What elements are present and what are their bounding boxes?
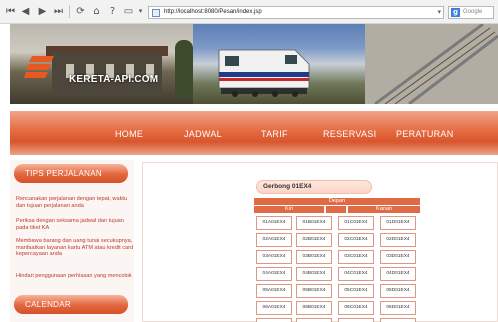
seat-button[interactable]: 03D01EX4 xyxy=(380,250,416,264)
nav-reservasi[interactable]: RESERVASI xyxy=(323,129,376,139)
calendar-heading: CALENDAR xyxy=(14,295,128,314)
seat-button[interactable]: 06C01EX4 xyxy=(338,301,374,315)
nav-tarif[interactable]: TARIF xyxy=(261,129,288,139)
aisle-header xyxy=(326,206,346,213)
seat-button[interactable]: 01A01EX4 xyxy=(256,216,292,230)
seat-button[interactable]: 02C01EX4 xyxy=(338,233,374,247)
seat-button[interactable]: 04C01EX4 xyxy=(338,267,374,281)
seat-button[interactable]: 05C01EX4 xyxy=(338,284,374,298)
browser-toolbar: ⏮ ◀ ▶ ⏭ ⟳ ⌂ ? ▭ ▾ http://localhost:8080/… xyxy=(0,0,498,24)
depan-header: Depan xyxy=(254,198,420,205)
tips-heading: TIPS PERJALANAN xyxy=(14,164,128,183)
url-dropdown-icon[interactable]: ▾ xyxy=(437,8,441,16)
seat-button[interactable]: 04B01EX4 xyxy=(296,267,332,281)
site-logo-text[interactable]: KERETA-API.COM xyxy=(69,74,158,85)
nav-peraturan[interactable]: PERATURAN xyxy=(396,129,454,139)
tip-item: Rencanakan perjalanan dengan tepat, wakt… xyxy=(16,196,128,209)
seat-button[interactable]: 07D01EX4 xyxy=(380,318,416,322)
seat-button[interactable]: 05A01EX4 xyxy=(256,284,292,298)
last-icon[interactable]: ⏭ xyxy=(52,5,65,18)
railway-tracks-shape xyxy=(365,24,498,104)
toolbar-divider xyxy=(69,5,70,18)
header-banner: KERETA-API.COM xyxy=(10,24,498,104)
tree-shape xyxy=(175,40,193,98)
seat-button[interactable]: 04D01EX4 xyxy=(380,267,416,281)
kereta-logo-icon xyxy=(24,56,54,78)
dropdown-icon[interactable]: ▾ xyxy=(134,5,147,18)
nav-jadwal[interactable]: JADWAL xyxy=(184,129,222,139)
back-icon[interactable]: ◀ xyxy=(19,5,32,18)
main-nav: HOME JADWAL TARIF RESERVASI PERATURAN xyxy=(10,111,498,155)
forward-icon[interactable]: ▶ xyxy=(36,5,49,18)
sidebar: TIPS PERJALANAN Rencanakan perjalanan de… xyxy=(10,160,134,322)
seat-button[interactable]: 05D01EX4 xyxy=(380,284,416,298)
google-icon: g xyxy=(451,8,460,17)
tip-item: Membawa barang dan uang tunai secukupnya… xyxy=(16,238,134,258)
seat-button[interactable]: 06A01EX4 xyxy=(256,301,292,315)
tip-item: Periksa dengan seksama jadwal dan tujuan… xyxy=(16,218,124,231)
home-icon[interactable]: ⌂ xyxy=(90,5,103,18)
page-favicon-icon xyxy=(152,9,160,17)
seat-button[interactable]: 02A01EX4 xyxy=(256,233,292,247)
seat-button[interactable]: 01B01EX4 xyxy=(296,216,332,230)
seat-button[interactable]: 03B01EX4 xyxy=(296,250,332,264)
help-icon[interactable]: ? xyxy=(106,5,119,18)
first-icon[interactable]: ⏮ xyxy=(4,5,17,18)
nav-home[interactable]: HOME xyxy=(115,129,143,139)
tip-item: Hindari penggunaan perhiasan yang mencol… xyxy=(16,273,132,279)
seat-button[interactable]: 02B01EX4 xyxy=(296,233,332,247)
kanan-header: Kanan xyxy=(348,206,420,213)
seat-button[interactable]: 02D01EX4 xyxy=(380,233,416,247)
gerbong-title: Gerbong 01EX4 xyxy=(256,180,372,194)
seat-button[interactable]: 03A01EX4 xyxy=(256,250,292,264)
search-bar[interactable]: g Google xyxy=(448,6,494,19)
seat-button[interactable]: 01D01EX4 xyxy=(380,216,416,230)
seat-button[interactable]: 06B01EX4 xyxy=(296,301,332,315)
search-placeholder: Google xyxy=(463,9,483,15)
seat-button[interactable]: 04A01EX4 xyxy=(256,267,292,281)
seat-button[interactable]: 07A01EX4 xyxy=(256,318,292,322)
locomotive-shape xyxy=(218,49,310,97)
seat-button[interactable]: 06D01EX4 xyxy=(380,301,416,315)
url-bar[interactable]: http://localhost:8080/Pesan/index.jsp ▾ xyxy=(148,6,444,19)
seat-button[interactable]: 07C01EX4 xyxy=(338,318,374,322)
reload-icon[interactable]: ⟳ xyxy=(74,5,87,18)
seat-button[interactable]: 03C01EX4 xyxy=(338,250,374,264)
url-text: http://localhost:8080/Pesan/index.jsp xyxy=(164,9,262,15)
seat-button[interactable]: 07B01EX4 xyxy=(296,318,332,322)
kiri-header: Kiri xyxy=(254,206,324,213)
seat-button[interactable]: 05B01EX4 xyxy=(296,284,332,298)
seat-button[interactable]: 01C01EX4 xyxy=(338,216,374,230)
